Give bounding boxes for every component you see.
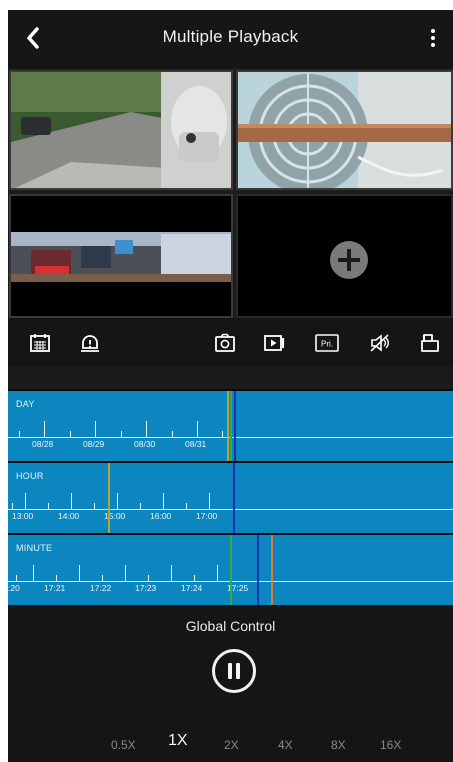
timeline-blue-marker	[257, 535, 259, 605]
timeline-tick	[117, 493, 118, 509]
timeline-blue-marker	[234, 391, 236, 461]
timeline-tick	[172, 431, 173, 437]
alarm-icon	[81, 335, 99, 352]
timeline-tick-label: :20	[8, 583, 20, 593]
timeline-tick	[171, 565, 172, 581]
snapshot-icon	[215, 333, 235, 352]
timeline-tick-label: 13:00	[12, 511, 34, 521]
playback-controls: Global Control 0.5X 1X 2X 4X 8X 16X	[8, 606, 453, 762]
speed-selector: 0.5X 1X 2X 4X 8X 16X	[8, 732, 453, 756]
timeline-tick	[44, 421, 45, 437]
toolbar-spacer	[8, 366, 453, 390]
timeline-minute[interactable]: MINUTE :20 17:21 17:22 17:23 17:24 17:25	[8, 533, 453, 605]
timeline-tick	[186, 503, 187, 509]
timeline-orange-marker	[271, 535, 273, 605]
camera-view-4[interactable]	[236, 194, 453, 318]
layout-button[interactable]	[418, 332, 442, 354]
timeline-hour[interactable]: HOUR 13:00 14:00 15:00 16:00 17:00	[8, 461, 453, 533]
timeline-hour-label: HOUR	[16, 471, 44, 481]
private-icon: Pri.	[315, 334, 339, 352]
timeline-minute-label: MINUTE	[16, 543, 53, 553]
speed-option-4x[interactable]: 4X	[278, 738, 293, 752]
timeline-tick	[148, 575, 149, 581]
speed-option-0-5x[interactable]: 0.5X	[111, 738, 136, 752]
playback-grid	[8, 68, 453, 318]
calendar-icon	[30, 334, 50, 352]
camera-view-3[interactable]	[9, 194, 233, 318]
camera-view-1[interactable]	[9, 70, 233, 190]
camera-view-2[interactable]	[236, 70, 453, 190]
timeline-tick	[125, 565, 126, 581]
timeline-tick	[56, 575, 57, 581]
timeline-tick	[94, 503, 95, 509]
timeline-tick-label: 16:00	[150, 511, 172, 521]
timeline-tick	[16, 575, 17, 581]
layout-icon	[421, 334, 439, 352]
timeline-green-marker	[230, 535, 232, 605]
timeline-tick	[102, 575, 103, 581]
mute-button[interactable]	[368, 332, 392, 354]
timeline-tick	[209, 493, 210, 509]
app-screen: Multiple Playback Pri. DAY 08/28 08/29 0…	[8, 10, 453, 762]
timeline-tick	[222, 431, 223, 437]
timeline-axis	[8, 509, 453, 510]
timeline-tick	[70, 431, 71, 437]
timeline-day-label: DAY	[16, 399, 35, 409]
speed-option-8x[interactable]: 8X	[331, 738, 346, 752]
timeline-tick	[12, 503, 13, 509]
camera-feed-2	[238, 72, 451, 188]
timeline-tick-label: 17:24	[181, 583, 203, 593]
timeline-tick	[79, 565, 80, 581]
timeline-tick-label: 17:00	[196, 511, 218, 521]
timeline-tick-label: 08/30	[134, 439, 156, 449]
timeline-olive-marker	[227, 391, 229, 461]
timeline-tick-label: 17:23	[135, 583, 157, 593]
more-vertical-icon	[431, 29, 435, 47]
timeline-tick	[121, 431, 122, 437]
timeline-tick-label: 17:21	[44, 583, 66, 593]
timeline-tick	[217, 565, 218, 581]
calendar-button[interactable]	[28, 332, 52, 354]
timeline-tick	[194, 575, 195, 581]
snapshot-button[interactable]	[213, 332, 237, 354]
top-bar: Multiple Playback	[8, 10, 453, 66]
private-mode-button[interactable]: Pri.	[314, 332, 340, 354]
timeline-tick	[197, 421, 198, 437]
timeline-tick-label: 14:00	[58, 511, 80, 521]
timeline-tick	[33, 565, 34, 581]
page-title: Multiple Playback	[162, 27, 299, 46]
timeline-tick	[71, 493, 72, 509]
timeline-tick	[95, 421, 96, 437]
playback-toolbar: Pri.	[8, 320, 453, 366]
speed-option-16x[interactable]: 16X	[380, 738, 401, 752]
timeline-tick-label: 08/29	[83, 439, 105, 449]
timeline-tick-label: 08/31	[185, 439, 207, 449]
record-button[interactable]	[263, 332, 287, 354]
add-icon[interactable]	[330, 241, 368, 279]
timeline-tick	[146, 421, 147, 437]
more-menu-button[interactable]	[423, 24, 443, 52]
camera-feed-1	[11, 72, 231, 188]
camera-feed-3	[11, 196, 231, 316]
timeline-tick	[163, 493, 164, 509]
timeline-olive-marker	[108, 463, 110, 533]
global-control-label: Global Control	[185, 618, 276, 634]
timeline-tick	[48, 503, 49, 509]
record-icon	[264, 335, 285, 351]
timeline-tick	[140, 503, 141, 509]
timeline-tick	[19, 431, 20, 437]
private-label: Pri.	[321, 340, 333, 349]
speed-option-2x[interactable]: 2X	[224, 738, 239, 752]
timeline-tick-label: 08/28	[32, 439, 54, 449]
mute-icon	[370, 334, 389, 352]
timeline-green-marker	[230, 391, 232, 461]
speed-option-1x[interactable]: 1X	[168, 732, 188, 750]
timeline-day[interactable]: DAY 08/28 08/29 08/30 08/31	[8, 389, 453, 461]
timeline-tick-label: 17:22	[90, 583, 112, 593]
timeline-tick	[25, 493, 26, 509]
pause-button[interactable]	[212, 649, 256, 693]
timeline-blue-marker	[233, 463, 235, 533]
alarm-button[interactable]	[78, 332, 102, 354]
